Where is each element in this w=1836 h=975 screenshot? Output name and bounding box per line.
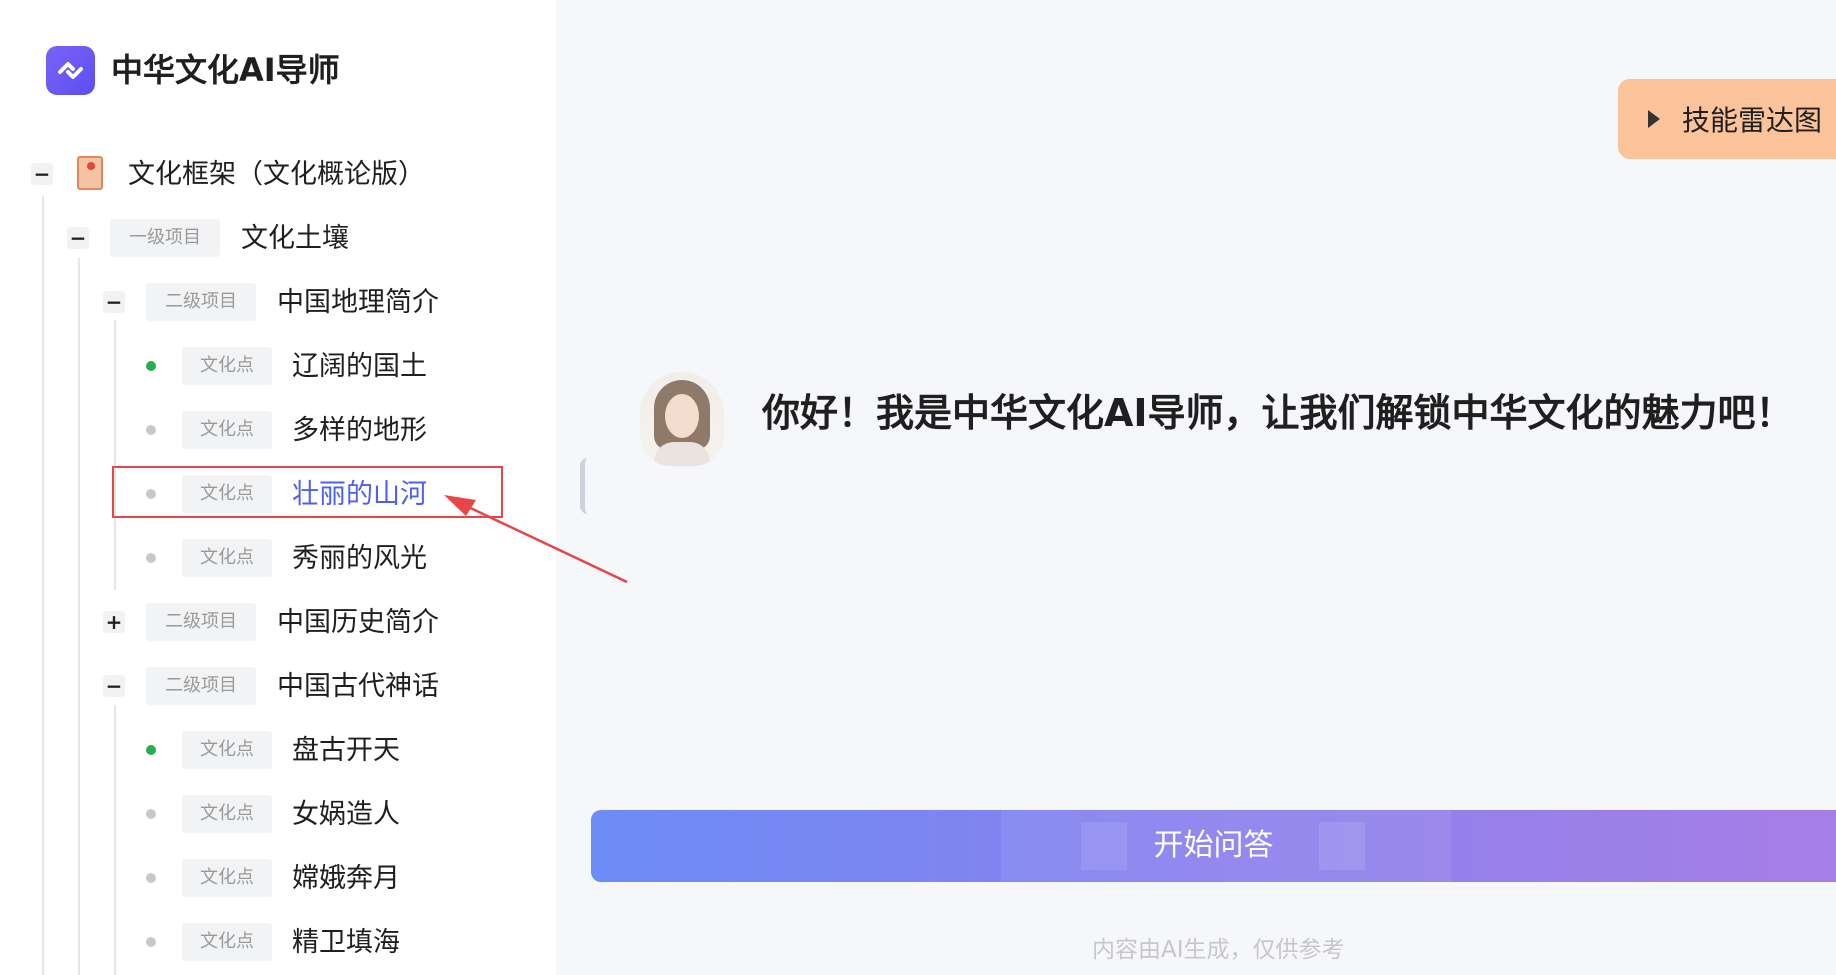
collapse-toggle-myth[interactable]: − bbox=[103, 675, 125, 697]
tree-guide-line bbox=[42, 196, 44, 975]
status-dot bbox=[146, 937, 156, 947]
tutor-avatar bbox=[640, 372, 724, 466]
tree-item-point[interactable]: 女娲造人 bbox=[292, 797, 400, 833]
status-dot-done bbox=[146, 745, 156, 755]
point-badge: 文化点 bbox=[182, 539, 272, 577]
point-badge: 文化点 bbox=[182, 347, 272, 385]
tree-item-point[interactable]: 精卫填海 bbox=[292, 925, 400, 961]
level-badge: 一级项目 bbox=[110, 219, 220, 257]
tree-item-point[interactable]: 盘古开天 bbox=[292, 733, 400, 769]
tree-guide-line bbox=[114, 705, 116, 975]
collapse-toggle-root[interactable]: − bbox=[31, 163, 53, 185]
collapse-toggle-level1[interactable]: − bbox=[67, 227, 89, 249]
sidebar-collapse-handle[interactable] bbox=[580, 458, 588, 514]
greeting-message: 你好！我是中华文化AI导师，让我们解锁中华文化的魅力吧！ bbox=[762, 391, 1794, 435]
tree-item-geography[interactable]: 中国地理简介 bbox=[277, 285, 439, 321]
collapse-toggle-geography[interactable]: − bbox=[103, 291, 125, 313]
point-badge: 文化点 bbox=[182, 411, 272, 449]
highlight-annotation-box bbox=[112, 466, 503, 518]
tree-item-myth[interactable]: 中国古代神话 bbox=[277, 669, 439, 705]
tree-guide-line bbox=[78, 258, 80, 975]
ai-disclaimer: 内容由AI生成，仅供参考 bbox=[1092, 937, 1345, 963]
level-badge: 二级项目 bbox=[146, 283, 256, 321]
status-dot bbox=[146, 873, 156, 883]
play-triangle-icon bbox=[1648, 110, 1660, 128]
tree-root-label[interactable]: 文化框架（文化概论版） bbox=[128, 157, 425, 193]
start-qa-button[interactable]: 开始问答 bbox=[591, 810, 1836, 882]
point-badge: 文化点 bbox=[182, 795, 272, 833]
expand-toggle-history[interactable]: + bbox=[103, 611, 125, 633]
start-qa-label: 开始问答 bbox=[1153, 828, 1274, 863]
book-icon bbox=[77, 156, 103, 190]
tree-guide-line bbox=[114, 320, 116, 590]
sidebar: 中华文化AI导师 − 文化框架（文化概论版） − 一级项目 文化土壤 − 二级项… bbox=[0, 0, 556, 975]
status-dot bbox=[146, 553, 156, 563]
level-badge: 二级项目 bbox=[146, 667, 256, 705]
tree-item-point[interactable]: 多样的地形 bbox=[292, 413, 427, 449]
status-dot bbox=[146, 425, 156, 435]
tree-item-point[interactable]: 嫦娥奔月 bbox=[292, 861, 400, 897]
tree-item-culture-soil[interactable]: 文化土壤 bbox=[241, 221, 349, 257]
point-badge: 文化点 bbox=[182, 859, 272, 897]
tree-item-point[interactable]: 辽阔的国土 bbox=[292, 349, 427, 385]
skill-radar-label: 技能雷达图 bbox=[1682, 104, 1823, 137]
app-title: 中华文化AI导师 bbox=[111, 51, 340, 89]
point-badge: 文化点 bbox=[182, 923, 272, 961]
tree-item-point[interactable]: 秀丽的风光 bbox=[292, 541, 427, 577]
tree-item-history[interactable]: 中国历史简介 bbox=[277, 605, 439, 641]
level-badge: 二级项目 bbox=[146, 603, 256, 641]
status-dot-done bbox=[146, 361, 156, 371]
app-logo-icon bbox=[46, 46, 95, 95]
skill-radar-button[interactable]: 技能雷达图 bbox=[1618, 79, 1836, 159]
status-dot bbox=[146, 809, 156, 819]
point-badge: 文化点 bbox=[182, 731, 272, 769]
